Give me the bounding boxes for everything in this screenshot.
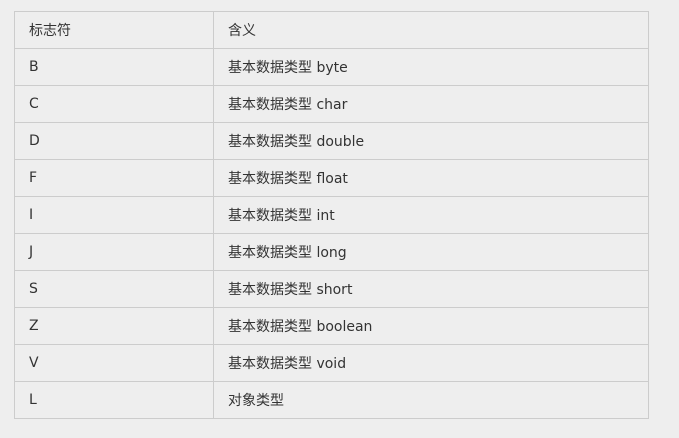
table-row: B 基本数据类型 byte	[14, 48, 649, 86]
table-row: D 基本数据类型 double	[14, 122, 649, 160]
cell-symbol: F	[14, 159, 214, 197]
cell-symbol: I	[14, 196, 214, 234]
cell-meaning: 基本数据类型 double	[213, 122, 649, 160]
table-row: J 基本数据类型 long	[14, 233, 649, 271]
cell-symbol: C	[14, 85, 214, 123]
cell-meaning: 基本数据类型 byte	[213, 48, 649, 86]
cell-symbol: L	[14, 381, 214, 419]
cell-meaning: 基本数据类型 char	[213, 85, 649, 123]
cell-meaning: 基本数据类型 short	[213, 270, 649, 308]
descriptor-table-container: 标志符 含义 B 基本数据类型 byte C 基本数据类型 char D 基本数…	[14, 11, 649, 419]
cell-meaning: 基本数据类型 boolean	[213, 307, 649, 345]
table-row: C 基本数据类型 char	[14, 85, 649, 123]
descriptor-table: 标志符 含义 B 基本数据类型 byte C 基本数据类型 char D 基本数…	[14, 11, 649, 419]
cell-meaning: 基本数据类型 int	[213, 196, 649, 234]
cell-symbol: J	[14, 233, 214, 271]
cell-meaning: 基本数据类型 void	[213, 344, 649, 382]
table-header-row: 标志符 含义	[14, 11, 649, 49]
table-row: V 基本数据类型 void	[14, 344, 649, 382]
cell-symbol: V	[14, 344, 214, 382]
cell-meaning: 基本数据类型 float	[213, 159, 649, 197]
cell-symbol: S	[14, 270, 214, 308]
table-row: Z 基本数据类型 boolean	[14, 307, 649, 345]
table-row: S 基本数据类型 short	[14, 270, 649, 308]
cell-meaning: 基本数据类型 long	[213, 233, 649, 271]
cell-symbol: D	[14, 122, 214, 160]
header-symbol: 标志符	[14, 11, 214, 49]
cell-symbol: Z	[14, 307, 214, 345]
table-row: I 基本数据类型 int	[14, 196, 649, 234]
cell-meaning: 对象类型	[213, 381, 649, 419]
header-meaning: 含义	[213, 11, 649, 49]
table-row: L 对象类型	[14, 381, 649, 419]
cell-symbol: B	[14, 48, 214, 86]
table-row: F 基本数据类型 float	[14, 159, 649, 197]
